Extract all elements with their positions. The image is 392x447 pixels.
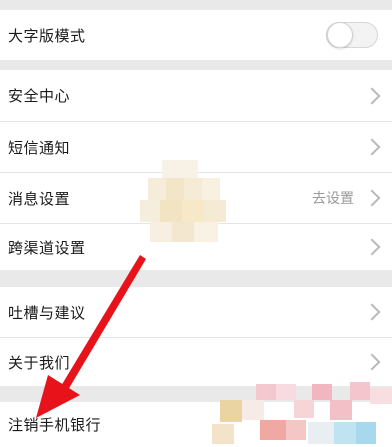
toggle-knob — [327, 22, 353, 48]
chevron-right-icon — [363, 353, 381, 371]
large-font-mode-row[interactable]: 大字版模式 — [0, 10, 392, 60]
settings-item-label: 跨渠道设置 — [8, 238, 86, 257]
large-font-mode-label: 大字版模式 — [8, 26, 86, 45]
chevron-right-icon — [363, 238, 381, 256]
section-gap — [0, 0, 392, 10]
logout-mobile-banking-label: 注销手机银行 — [8, 416, 102, 434]
section-gap — [0, 270, 392, 287]
settings-item-label: 安全中心 — [8, 87, 71, 105]
settings-item-security-center[interactable]: 安全中心 — [0, 70, 392, 121]
settings-item-label: 吐槽与建议 — [8, 303, 86, 322]
go-to-settings-text: 去设置 — [312, 191, 354, 207]
chevron-right-icon — [363, 87, 381, 104]
settings-item-label: 短信通知 — [8, 138, 71, 157]
settings-page: 大字版模式 安全中心 短信通知 消息设置 去设置 跨渠道设置 吐槽与建议 关于我… — [0, 0, 392, 447]
settings-item-feedback[interactable]: 吐槽与建议 — [0, 287, 392, 337]
settings-item-label: 消息设置 — [8, 189, 71, 208]
settings-item-label: 关于我们 — [8, 353, 71, 372]
mosaic-watermark — [140, 160, 240, 260]
large-font-mode-toggle[interactable] — [326, 22, 378, 48]
mosaic-watermark — [200, 378, 392, 447]
chevron-right-icon — [363, 189, 381, 207]
section-gap — [0, 60, 392, 70]
chevron-right-icon — [363, 303, 381, 321]
chevron-right-icon — [363, 138, 381, 156]
